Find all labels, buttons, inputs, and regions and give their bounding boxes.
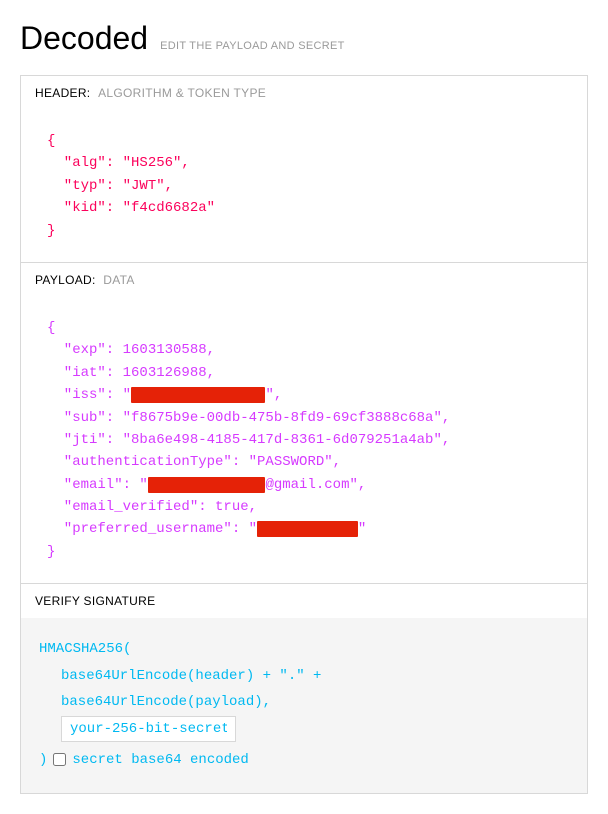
header-label: HEADER: [35,86,90,100]
payload-json-editor[interactable]: { "exp": 1603130588, "iat": 1603126988, … [21,297,587,583]
verify-close-paren: ) [39,747,47,774]
verify-section-header: VERIFY SIGNATURE [21,583,587,618]
header-json-editor[interactable]: { "alg": "HS256", "typ": "JWT", "kid": "… [21,110,587,262]
title-row: Decoded EDIT THE PAYLOAD AND SECRET [20,20,588,57]
redacted-preferred-username: XXXXXXXXXXXX [257,521,358,537]
secret-base64-label: secret base64 encoded [72,747,248,774]
verify-line-3: base64UrlEncode(payload), [39,689,569,716]
payload-label: PAYLOAD: [35,273,96,287]
secret-input[interactable] [61,716,236,742]
decoded-panel: HEADER: ALGORITHM & TOKEN TYPE { "alg": … [20,75,588,794]
verify-label: VERIFY SIGNATURE [35,594,155,608]
verify-line-1: HMACSHA256( [39,636,569,663]
page-title: Decoded [20,20,148,57]
payload-sublabel: DATA [103,273,134,287]
redacted-email: XXXXXXXXXXXXXX [148,477,266,493]
header-sublabel: ALGORITHM & TOKEN TYPE [98,86,266,100]
verify-signature-block: HMACSHA256( base64UrlEncode(header) + ".… [21,618,587,793]
verify-line-2: base64UrlEncode(header) + "." + [39,663,569,690]
payload-section-header: PAYLOAD: DATA [21,262,587,297]
header-section-header: HEADER: ALGORITHM & TOKEN TYPE [21,76,587,110]
page-subtitle: EDIT THE PAYLOAD AND SECRET [160,40,345,52]
redacted-iss: XXXXXXXXXXXXXXXX [131,387,265,403]
secret-base64-checkbox[interactable] [53,753,66,766]
